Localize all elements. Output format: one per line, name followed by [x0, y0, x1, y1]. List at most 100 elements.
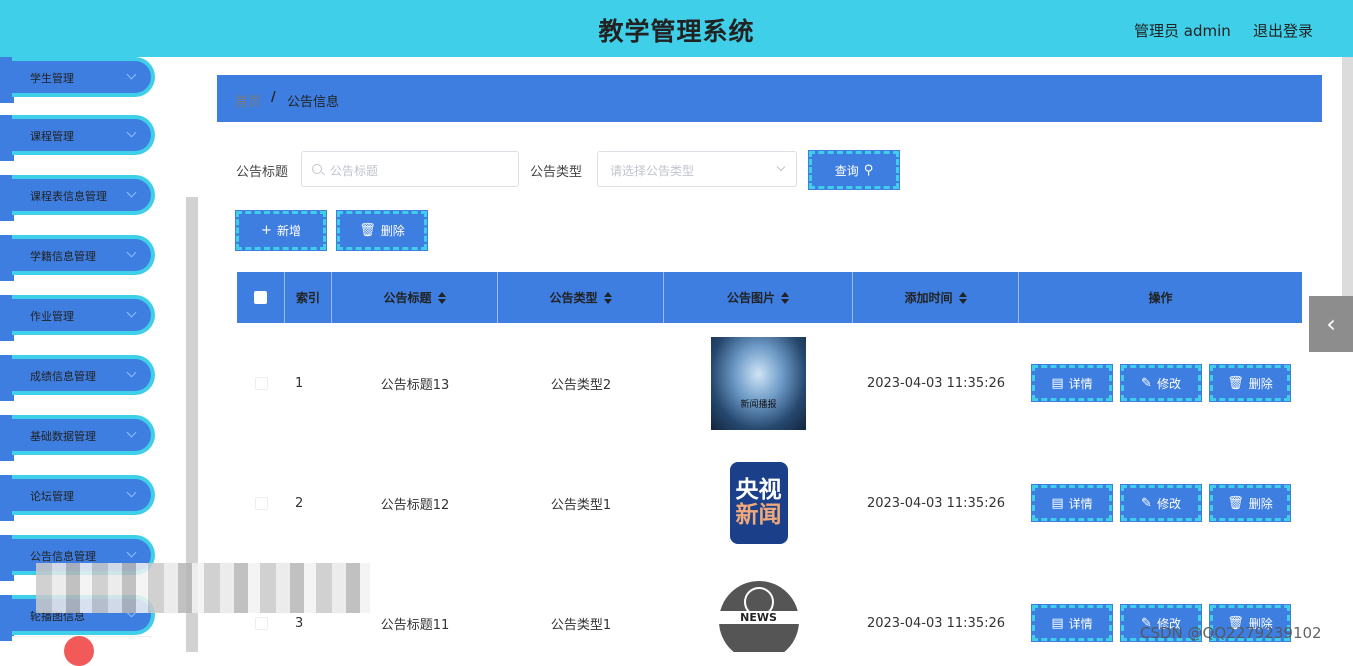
row-checkbox[interactable] — [254, 496, 268, 510]
sort-icon[interactable] — [603, 291, 612, 304]
title-search-placeholder: 公告标题 — [330, 164, 379, 178]
row-type: 公告类型2 — [550, 377, 612, 393]
row-check-cell — [237, 443, 285, 563]
table-row: 1 公告标题13 公告类型2 新闻播报 2023-04-03 11:35:26 … — [237, 323, 1302, 443]
edit-icon: ✎ — [1141, 375, 1152, 391]
delete-button[interactable]: 🗑 删除 — [1209, 484, 1291, 522]
col-index-label: 索引 — [295, 291, 320, 305]
col-time[interactable]: 添加时间 — [853, 272, 1019, 323]
document-icon: ▤ — [1051, 375, 1064, 391]
chevron-down-icon — [126, 427, 137, 438]
cctv-news-logo-image[interactable]: 央视 新闻 — [729, 462, 788, 544]
current-user: 管理员 admin — [1134, 22, 1231, 40]
col-time-label: 添加时间 — [904, 291, 953, 305]
breadcrumb-separator: / — [271, 90, 276, 105]
col-image[interactable]: 公告图片 — [664, 272, 853, 323]
row-title: 公告标题13 — [380, 377, 450, 393]
collapse-toggle-button[interactable]: ‹ — [1309, 296, 1353, 352]
row-index: 3 — [295, 615, 304, 631]
news-broadcast-image[interactable]: 新闻播报 — [711, 336, 806, 430]
trash-icon: 🗑 — [1227, 495, 1244, 511]
sidebar-item-label: 基础数据管理 — [30, 430, 96, 443]
breadcrumb-home[interactable]: 首页 — [235, 91, 261, 110]
chevron-down-icon — [126, 127, 137, 138]
edit-button[interactable]: ✎ 修改 — [1120, 364, 1202, 402]
trash-icon: 🗑 — [1227, 375, 1244, 391]
row-time: 2023-04-03 11:35:26 — [866, 375, 1006, 391]
col-type[interactable]: 公告类型 — [498, 272, 664, 323]
sidebar-item-course[interactable]: 课程管理 — [12, 115, 155, 155]
row-checkbox[interactable] — [254, 376, 268, 390]
sort-icon[interactable] — [437, 291, 446, 304]
sidebar-item-enrollment[interactable]: 学籍信息管理 — [12, 235, 155, 275]
sidebar-item-label: 作业管理 — [30, 310, 74, 323]
row-type: 公告类型1 — [550, 497, 612, 513]
row-actions: ▤ 详情 ✎ 修改 🗑 删除 — [1031, 364, 1291, 402]
table-row: 2 公告标题12 公告类型1 央视 新闻 2023-04-03 11:35:26… — [237, 443, 1302, 563]
table-header: 索引 公告标题 公告类型 公告图片 添加时间 操作 — [237, 272, 1302, 323]
sidebar-item-grades[interactable]: 成绩信息管理 — [12, 355, 155, 395]
page-scrollbar[interactable] — [1342, 57, 1353, 297]
news-globe-caption: NEWS — [718, 611, 799, 624]
logo-text-top: 央视 — [735, 476, 782, 503]
chevron-down-icon — [776, 162, 786, 172]
logout-link[interactable]: 退出登录 — [1253, 20, 1313, 41]
select-all-checkbox[interactable] — [254, 291, 267, 304]
row-checkbox[interactable] — [254, 616, 268, 630]
col-title[interactable]: 公告标题 — [332, 272, 498, 323]
edit-icon: ✎ — [1141, 495, 1152, 511]
trash-icon: 🗑 — [359, 223, 376, 238]
query-button[interactable]: 查询 ⚲ — [808, 150, 900, 190]
delete-button[interactable]: 🗑 删除 — [1209, 364, 1291, 402]
select-all-cell — [237, 272, 285, 323]
breadcrumb: 首页 / 公告信息 — [217, 75, 1322, 122]
detail-button[interactable]: ▤ 详情 — [1031, 364, 1113, 402]
detail-label: 详情 — [1068, 616, 1093, 631]
row-check-cell — [237, 563, 285, 652]
sidebar-item-basic-data[interactable]: 基础数据管理 — [12, 415, 155, 455]
avatar[interactable] — [64, 636, 94, 666]
sidebar-item-homework[interactable]: 作业管理 — [12, 295, 155, 335]
row-type: 公告类型1 — [550, 617, 612, 633]
batch-delete-button[interactable]: 🗑 删除 — [336, 210, 428, 251]
batch-delete-label: 删除 — [380, 224, 405, 238]
sidebar-item-label: 公告信息管理 — [30, 550, 96, 563]
document-icon: ▤ — [1051, 615, 1064, 631]
sort-icon[interactable] — [958, 291, 967, 304]
detail-button[interactable]: ▤ 详情 — [1031, 604, 1113, 642]
sidebar-item-label: 论坛管理 — [30, 490, 74, 503]
col-ops-label: 操作 — [1148, 291, 1173, 305]
type-select-placeholder: 请选择公告类型 — [610, 164, 695, 178]
row-title: 公告标题11 — [380, 617, 450, 633]
sort-icon[interactable] — [781, 291, 789, 304]
col-ops: 操作 — [1019, 272, 1302, 323]
row-image-cell: NEWS — [664, 563, 853, 652]
edit-button[interactable]: ✎ 修改 — [1120, 484, 1202, 522]
document-icon: ▤ — [1051, 495, 1064, 511]
news-globe-image[interactable]: NEWS — [718, 581, 799, 652]
row-time: 2023-04-03 11:35:26 — [866, 495, 1006, 511]
sidebar-item-student[interactable]: 学生管理 — [12, 57, 155, 97]
sidebar-item-label: 学籍信息管理 — [30, 250, 96, 263]
row-index: 1 — [295, 375, 304, 391]
detail-button[interactable]: ▤ 详情 — [1031, 484, 1113, 522]
col-title-label: 公告标题 — [383, 291, 432, 305]
chevron-down-icon — [126, 367, 137, 378]
chevron-down-icon — [126, 247, 137, 258]
chevron-down-icon — [126, 307, 137, 318]
row-image-cell: 新闻播报 — [664, 323, 853, 443]
chevron-down-icon — [126, 69, 137, 80]
col-image-label: 公告图片 — [726, 291, 775, 305]
title-search-input[interactable]: 公告标题 — [301, 151, 519, 187]
type-select[interactable]: 请选择公告类型 — [597, 151, 797, 187]
sidebar-item-timetable[interactable]: 课程表信息管理 — [12, 175, 155, 215]
breadcrumb-current: 公告信息 — [287, 95, 340, 110]
sidebar-item-label: 成绩信息管理 — [30, 370, 96, 383]
delete-label: 删除 — [1248, 496, 1273, 511]
edit-label: 修改 — [1156, 496, 1181, 511]
delete-label: 删除 — [1248, 376, 1273, 391]
row-index: 2 — [295, 495, 304, 511]
sidebar-item-forum[interactable]: 论坛管理 — [12, 475, 155, 515]
chevron-down-icon — [126, 487, 137, 498]
add-button[interactable]: + 新增 — [235, 210, 327, 251]
